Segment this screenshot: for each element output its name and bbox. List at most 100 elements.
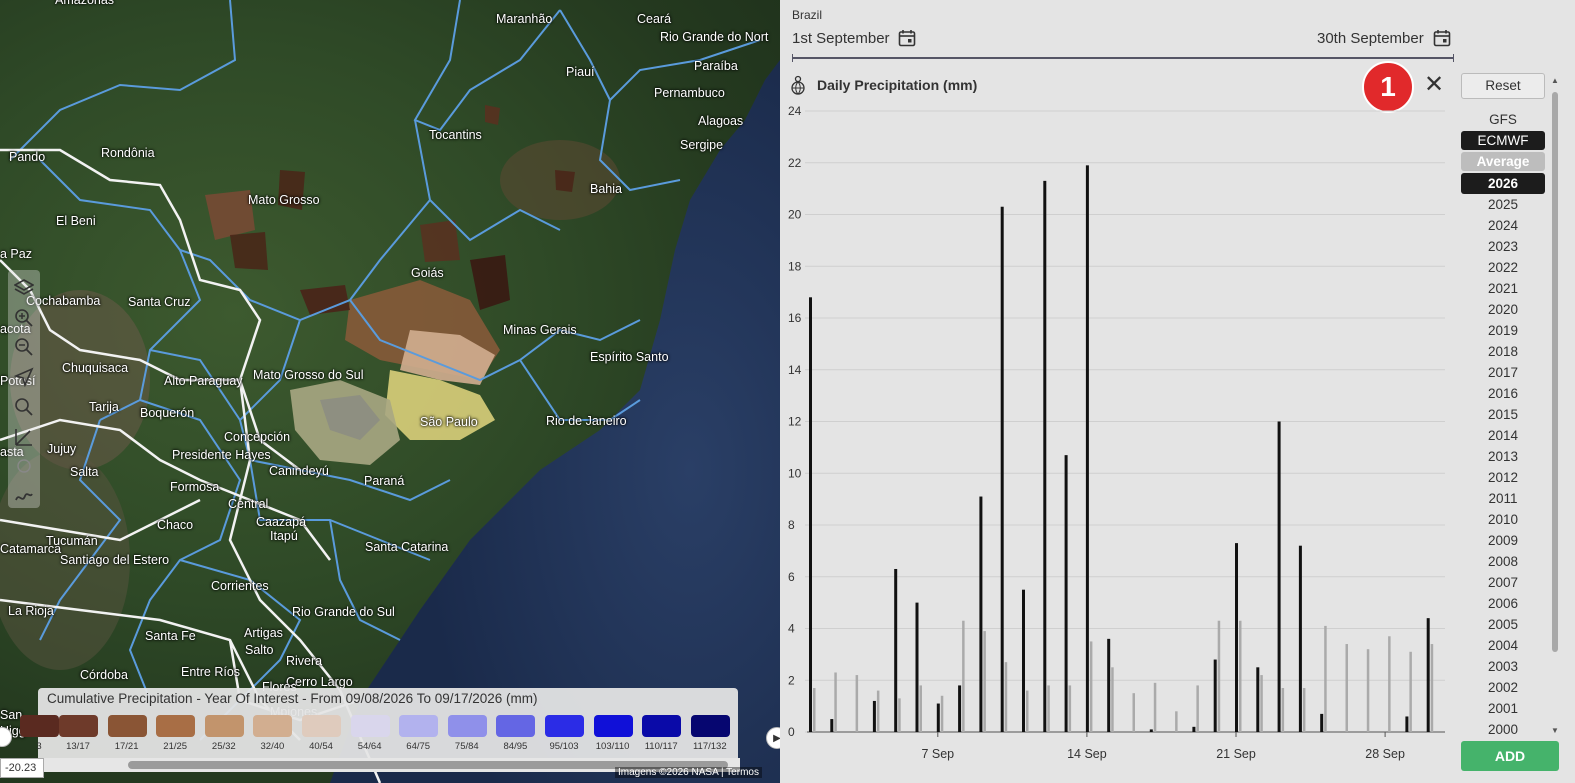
map-label: Alto Paraguay <box>164 374 243 388</box>
model-option-average[interactable]: Average <box>1461 152 1545 171</box>
map-view[interactable]: Amazonas Maranhão Ceará Rio Grande do Nort P… <box>0 0 780 783</box>
year-option[interactable]: 2002 <box>1461 677 1545 698</box>
year-option[interactable]: 2010 <box>1461 509 1545 530</box>
legend-title: Cumulative Precipitation - Year Of Inter… <box>47 691 538 706</box>
year-option[interactable]: 2009 <box>1461 530 1545 551</box>
year-option[interactable]: 2024 <box>1461 215 1545 236</box>
model-option-ecmwf[interactable]: ECMWF <box>1461 131 1545 150</box>
draw-icon[interactable] <box>11 484 37 508</box>
date-range-slider[interactable] <box>792 54 1454 62</box>
year-option[interactable]: 2018 <box>1461 341 1545 362</box>
bar-average <box>1217 620 1221 732</box>
map-label: Presidente Hayes <box>172 448 271 462</box>
map-label: a Paz <box>0 247 32 261</box>
x-tick-label: 28 Sep <box>1365 747 1405 761</box>
reset-button[interactable]: Reset <box>1461 73 1545 99</box>
add-button[interactable]: ADD <box>1461 741 1559 771</box>
scroll-down-icon[interactable]: ▼ <box>1551 726 1559 735</box>
year-option[interactable]: 2020 <box>1461 299 1545 320</box>
legend-bin-label: 21/25 <box>163 741 188 752</box>
map-label: Tarija <box>89 400 119 414</box>
calendar-icon[interactable] <box>1433 29 1451 47</box>
map-label: Chaco <box>157 518 194 532</box>
legend-swatch <box>302 715 341 737</box>
year-option[interactable]: 2005 <box>1461 614 1545 635</box>
map-label: La Rioja <box>8 604 54 618</box>
end-date[interactable]: 30th September <box>1317 30 1424 47</box>
map-label: Salto <box>245 643 274 657</box>
model-option-gfs[interactable]: GFS <box>1461 110 1545 129</box>
year-option[interactable]: 2026 <box>1461 173 1545 194</box>
map-canvas[interactable] <box>0 0 780 783</box>
scroll-up-icon[interactable]: ▲ <box>1551 76 1559 85</box>
year-option[interactable]: 2011 <box>1461 488 1545 509</box>
map-label: Sergipe <box>680 138 724 152</box>
bar-average <box>1281 688 1285 732</box>
bar-2026 <box>958 685 962 732</box>
navigate-icon[interactable] <box>11 365 37 389</box>
year-option[interactable]: 2023 <box>1461 236 1545 257</box>
year-option[interactable]: 2012 <box>1461 467 1545 488</box>
vertical-scrollbar[interactable]: ▲ ▼ <box>1550 76 1560 736</box>
map-label: Mato Grosso do Sul <box>253 368 364 382</box>
calendar-icon[interactable] <box>898 29 916 47</box>
year-option[interactable]: 2004 <box>1461 635 1545 656</box>
year-option[interactable]: 2000 <box>1461 719 1545 740</box>
precipitation-legend: Cumulative Precipitation - Year Of Inter… <box>20 688 738 758</box>
year-option[interactable]: 2019 <box>1461 320 1545 341</box>
year-option[interactable]: 2001 <box>1461 698 1545 719</box>
bar-2026 <box>1107 638 1111 732</box>
bar-average <box>1366 649 1370 732</box>
bar-2026 <box>1192 726 1196 732</box>
bar-average <box>1026 690 1029 732</box>
bar-2026 <box>872 700 876 732</box>
year-option[interactable]: 2014 <box>1461 425 1545 446</box>
bar-2026 <box>830 719 834 732</box>
map-label: Maranhão <box>496 12 553 26</box>
map-label: Santiago del Estero <box>60 553 170 567</box>
map-label: El Beni <box>56 214 96 228</box>
y-tick-label: 4 <box>788 622 795 636</box>
bar-average <box>855 675 859 732</box>
year-option[interactable]: 2003 <box>1461 656 1545 677</box>
map-label: Amazonas <box>55 0 115 7</box>
region-label: Brazil <box>792 8 823 22</box>
legend-swatch <box>20 715 59 737</box>
year-option[interactable]: 2017 <box>1461 362 1545 383</box>
precip-area <box>420 220 460 262</box>
bar-average <box>962 620 965 732</box>
bar-2026 <box>1085 165 1089 732</box>
layers-icon[interactable] <box>11 276 37 300</box>
year-option[interactable]: 2008 <box>1461 551 1545 572</box>
year-option[interactable]: 2022 <box>1461 257 1545 278</box>
start-date[interactable]: 1st September <box>792 30 890 47</box>
coordinate-field[interactable]: -20.23 <box>0 758 44 778</box>
locate-icon[interactable] <box>11 455 37 479</box>
year-option[interactable]: 2025 <box>1461 194 1545 215</box>
map-label: San <box>0 708 23 722</box>
map-label: Central <box>228 497 269 511</box>
y-tick-label: 12 <box>788 415 802 429</box>
map-attribution[interactable]: Imagens ©2026 NASA | Termos <box>615 767 762 778</box>
map-label: Rivera <box>286 654 323 668</box>
zoom-in-icon[interactable] <box>11 306 37 330</box>
location-globe-icon <box>790 75 806 95</box>
year-option[interactable]: 2015 <box>1461 404 1545 425</box>
legend-swatch <box>59 715 98 737</box>
legend-swatch <box>107 715 147 737</box>
map-label: Concepción <box>224 430 291 444</box>
search-icon[interactable] <box>11 395 37 419</box>
map-label: Ceará <box>637 12 672 26</box>
year-option[interactable]: 2006 <box>1461 593 1545 614</box>
year-option[interactable]: 2016 <box>1461 383 1545 404</box>
scrollbar-thumb[interactable] <box>1552 92 1558 652</box>
bar-average <box>1430 644 1434 732</box>
zoom-out-icon[interactable] <box>11 336 37 360</box>
map-label: Entre Ríos <box>181 665 241 679</box>
year-option[interactable]: 2007 <box>1461 572 1545 593</box>
legend-swatch <box>253 715 293 737</box>
year-option[interactable]: 2021 <box>1461 278 1545 299</box>
map-label: Jujuy <box>47 442 77 456</box>
year-option[interactable]: 2013 <box>1461 446 1545 467</box>
measure-icon[interactable] <box>11 425 37 449</box>
